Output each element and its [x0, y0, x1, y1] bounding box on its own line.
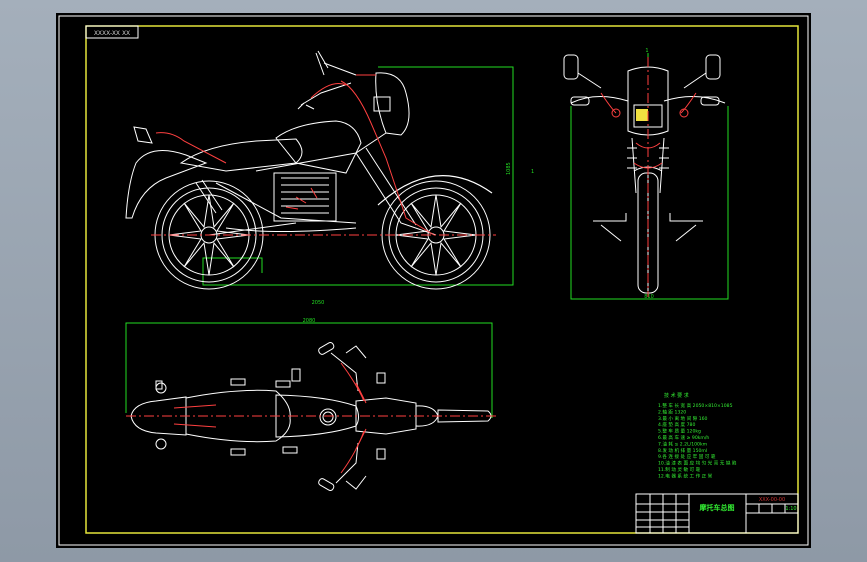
top-view: 2080 [125, 318, 496, 491]
code-label-box: XXXX-XX XX [85, 25, 139, 39]
code-label: XXXX-XX XX [94, 30, 130, 37]
side-dim-height-alt: 1 [531, 169, 534, 175]
front-view-dimensions [570, 53, 729, 300]
notes-header: 技 术 要 求 [664, 392, 689, 399]
front-headlamp [636, 109, 648, 121]
notes-lines: 1.整 车 长 宽 高 2050×810×10852.轴 距 13203.最 小… [658, 402, 737, 479]
side-dim-height: 1085 [506, 162, 512, 175]
notes-line: 1.整 车 长 宽 高 2050×810×1085 [658, 402, 733, 409]
cad-drawing: XXXX-XX XX 2050 1085 1 1 810 2080 技 术 要 … [58, 15, 809, 546]
technical-notes: 技 术 要 求 1.整 车 长 宽 高 2050×810×10852.轴 距 1… [658, 392, 737, 479]
title-block-part-no: XXX-00-00 [759, 497, 785, 503]
side-view: 2050 1085 1 [125, 50, 534, 306]
notes-line: 2.轴 距 1320 [658, 408, 686, 415]
top-view-red-details [126, 362, 496, 474]
front-view: 1 810 [563, 48, 729, 300]
top-view-dimensions [125, 322, 493, 418]
cad-viewport[interactable]: XXXX-XX XX 2050 1085 1 1 810 2080 技 术 要 … [56, 13, 811, 548]
front-dim-top: 1 [645, 48, 648, 54]
top-dim-length: 2080 [303, 318, 316, 324]
side-view-red-details [151, 74, 496, 236]
side-dim-length: 2050 [312, 300, 325, 306]
notes-line: 11.制 动 灵 敏 可 靠 [658, 466, 701, 473]
notes-line: 4.座 垫 高 度 780 [658, 421, 695, 428]
title-block-main-title: 摩托车总图 [699, 503, 735, 512]
notes-line: 10.油 漆 表 面 应 均 匀 光 亮 无 缺 陷 [658, 460, 737, 467]
front-dim-width: 810 [644, 294, 654, 300]
notes-line: 5.整 车 质 量 120kg [658, 428, 701, 435]
notes-line: 6.最 高 车 速 ≥ 90km/h [658, 434, 709, 441]
notes-line: 7.油 耗 ≤ 2.2L/100km [658, 440, 708, 447]
title-block-scale: 1:10 [785, 506, 796, 512]
notes-line: 3.最 小 离 地 间 隙 160 [658, 415, 708, 422]
motorcycle-body-front [563, 54, 726, 294]
side-view-dimensions [202, 66, 514, 286]
notes-line: 8.发 动 机 排 量 150ml [658, 447, 707, 454]
notes-line: 12.电 器 系 统 工 作 正 常 [658, 472, 713, 479]
notes-line: 9.各 连 接 处 应 牢 固 可 靠 [658, 453, 716, 460]
